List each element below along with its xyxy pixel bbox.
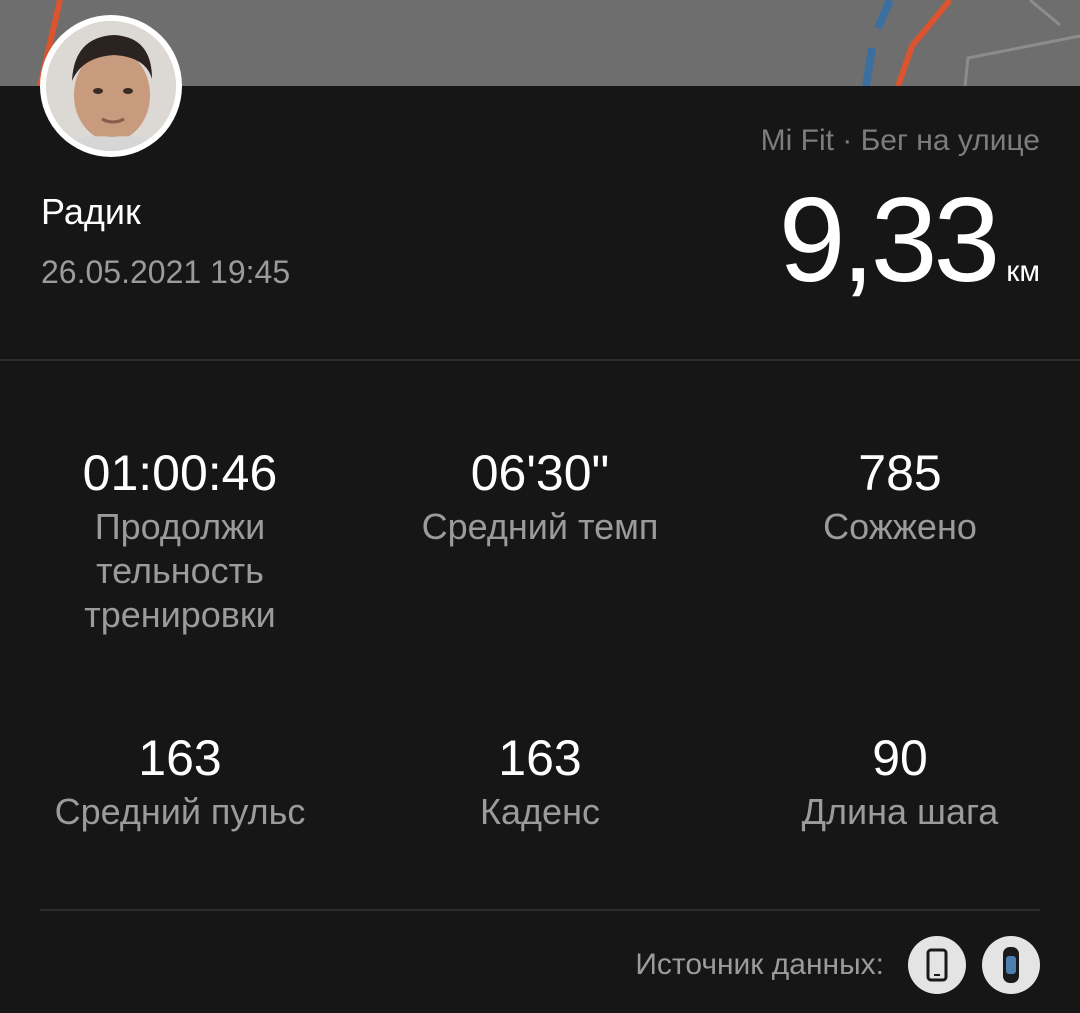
distance-display: 9,33 км	[779, 170, 1040, 310]
stat-value: 163	[498, 730, 582, 786]
distance-unit: км	[1006, 255, 1040, 288]
workout-date: 26.05.2021 19:45	[41, 254, 291, 290]
stat-label: Продолжи тельность тренировки	[84, 506, 276, 635]
stat-label: Каденс	[480, 791, 600, 832]
stat-cadence: 163 Каденс	[380, 728, 700, 834]
stat-label: Длина шага	[801, 791, 999, 832]
divider	[0, 359, 1080, 361]
phone-icon	[926, 948, 948, 982]
stat-calories: 785 Сожжено	[740, 443, 1060, 549]
stat-value: 163	[138, 730, 222, 786]
stat-label: Средний пульс	[54, 791, 306, 832]
stat-average-heart-rate: 163 Средний пульс	[20, 728, 340, 834]
stat-stride-length: 90 Длина шага	[740, 728, 1060, 834]
stat-label: Средний темп	[421, 506, 659, 547]
avatar[interactable]	[40, 15, 182, 157]
divider	[40, 909, 1040, 911]
stat-duration: 01:00:46 Продолжи тельность тренировки	[20, 443, 340, 637]
data-source-label: Источник данных:	[635, 948, 884, 981]
distance-value: 9,33	[778, 173, 1001, 307]
stat-value: 01:00:46	[82, 445, 278, 501]
workout-detail-screen: Радик 26.05.2021 19:45 Mi Fit · Бег на у…	[0, 0, 1080, 1013]
stat-value: 90	[872, 730, 928, 786]
stat-average-pace: 06'30" Средний темп	[380, 443, 700, 549]
stat-value: 06'30"	[470, 445, 610, 501]
band-icon	[1003, 947, 1019, 983]
user-name: Радик	[41, 191, 141, 232]
stat-label: Сожжено	[823, 506, 977, 547]
data-source: Источник данных:	[635, 936, 1040, 994]
workout-source-type: Mi Fit · Бег на улице	[760, 124, 1040, 157]
user-photo	[46, 21, 176, 151]
stat-value: 785	[858, 445, 942, 501]
band-source-button[interactable]	[982, 936, 1040, 994]
phone-source-button[interactable]	[908, 936, 966, 994]
